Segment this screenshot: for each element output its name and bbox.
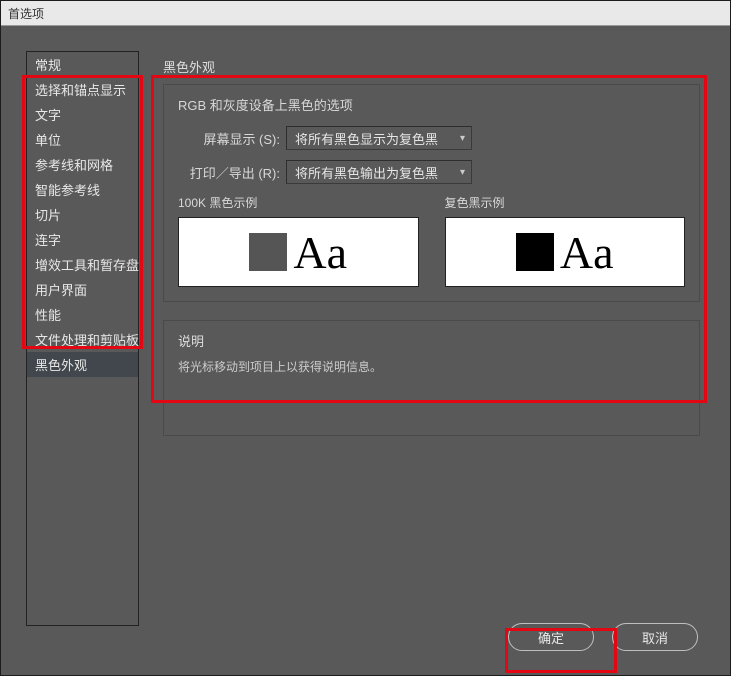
sample-100k-box: Aa	[178, 217, 419, 287]
sample-rich-text: Aa	[560, 226, 614, 279]
sidebar-item-performance[interactable]: 性能	[27, 302, 138, 327]
window-title: 首选项	[1, 1, 730, 26]
sidebar-item-type[interactable]: 文字	[27, 102, 138, 127]
description-group: 说明 将光标移动到项目上以获得说明信息。	[163, 320, 700, 436]
sample-rich-label: 复色黑示例	[445, 194, 686, 211]
sidebar-item-file-clipboard[interactable]: 文件处理和剪贴板	[27, 327, 138, 352]
swatch-rich	[516, 233, 554, 271]
description-text: 将光标移动到项目上以获得说明信息。	[178, 358, 685, 375]
preferences-window: 首选项 常规 选择和锚点显示 文字 单位 参考线和网格 智能参考线 切片 连字 …	[0, 0, 731, 676]
sidebar-item-general[interactable]: 常规	[27, 52, 138, 77]
print-export-value: 将所有黑色输出为复色黑	[295, 163, 438, 182]
sidebar-item-units[interactable]: 单位	[27, 127, 138, 152]
body-area: 常规 选择和锚点显示 文字 单位 参考线和网格 智能参考线 切片 连字 增效工具…	[1, 26, 730, 675]
chevron-down-icon: ▾	[460, 167, 465, 178]
samples-row: 100K 黑色示例 Aa 复色黑示例 Aa	[178, 194, 685, 287]
print-export-label: 打印／导出 (R):	[178, 163, 280, 182]
sidebar-item-hyphenation[interactable]: 连字	[27, 227, 138, 252]
sidebar-item-selection-anchor[interactable]: 选择和锚点显示	[27, 77, 138, 102]
cancel-button[interactable]: 取消	[612, 623, 698, 651]
sidebar-item-guides-grid[interactable]: 参考线和网格	[27, 152, 138, 177]
sidebar-item-plugins-scratch[interactable]: 增效工具和暂存盘	[27, 252, 138, 277]
chevron-down-icon: ▾	[460, 133, 465, 144]
sample-100k-text: Aa	[293, 226, 347, 279]
description-title: 说明	[178, 331, 685, 350]
screen-display-label: 屏幕显示 (S):	[178, 129, 280, 148]
screen-display-dropdown[interactable]: 将所有黑色显示为复色黑 ▾	[286, 126, 472, 150]
sidebar: 常规 选择和锚点显示 文字 单位 参考线和网格 智能参考线 切片 连字 增效工具…	[26, 51, 139, 626]
print-export-row: 打印／导出 (R): 将所有黑色输出为复色黑 ▾	[178, 160, 685, 184]
sample-rich-box: Aa	[445, 217, 686, 287]
section-title: 黑色外观	[163, 57, 700, 76]
print-export-dropdown[interactable]: 将所有黑色输出为复色黑 ▾	[286, 160, 472, 184]
sidebar-item-slices[interactable]: 切片	[27, 202, 138, 227]
group-title: RGB 和灰度设备上黑色的选项	[178, 95, 685, 114]
main-panel: 黑色外观 RGB 和灰度设备上黑色的选项 屏幕显示 (S): 将所有黑色显示为复…	[149, 51, 730, 675]
screen-display-value: 将所有黑色显示为复色黑	[295, 129, 438, 148]
options-group: RGB 和灰度设备上黑色的选项 屏幕显示 (S): 将所有黑色显示为复色黑 ▾ …	[163, 84, 700, 302]
sidebar-item-smart-guides[interactable]: 智能参考线	[27, 177, 138, 202]
sample-100k-label: 100K 黑色示例	[178, 194, 419, 211]
sample-100k: 100K 黑色示例 Aa	[178, 194, 419, 287]
screen-display-row: 屏幕显示 (S): 将所有黑色显示为复色黑 ▾	[178, 126, 685, 150]
swatch-100k	[249, 233, 287, 271]
ok-button[interactable]: 确定	[508, 623, 594, 651]
sample-rich: 复色黑示例 Aa	[445, 194, 686, 287]
sidebar-item-ui[interactable]: 用户界面	[27, 277, 138, 302]
sidebar-item-black-appearance[interactable]: 黑色外观	[27, 352, 138, 377]
button-row: 确定 取消	[508, 623, 698, 651]
